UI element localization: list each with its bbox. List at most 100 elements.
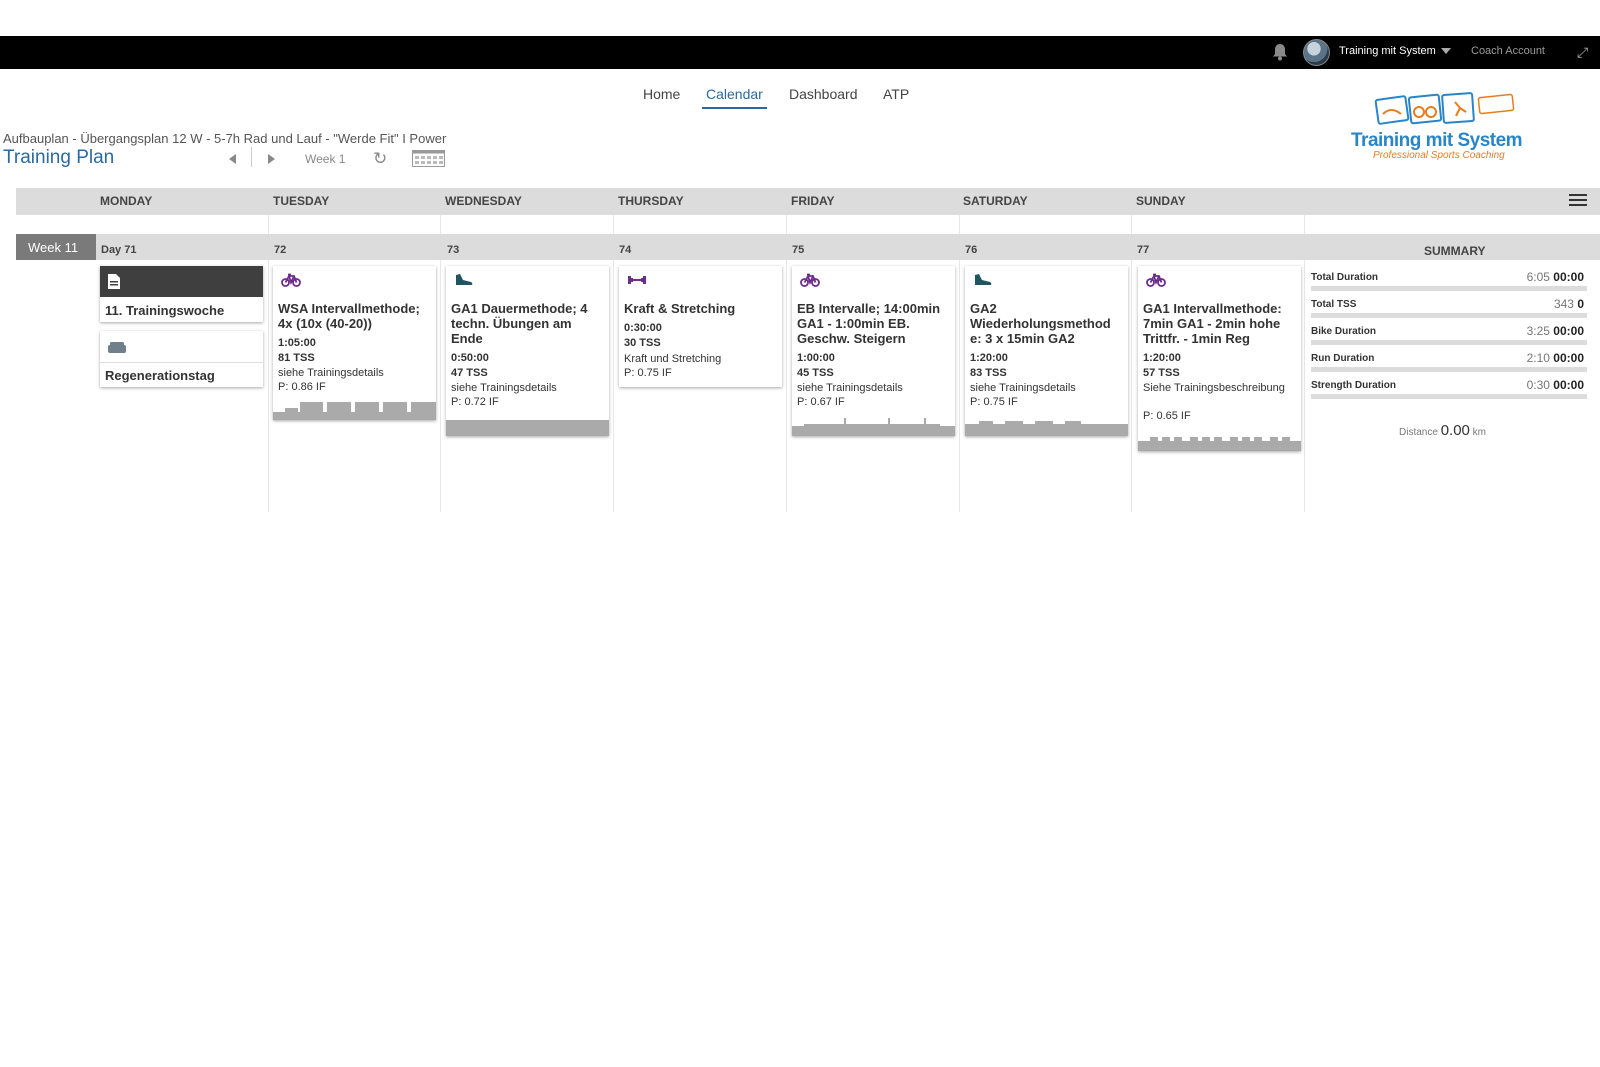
summary-progress-bar: [1311, 340, 1587, 345]
workout-card[interactable]: EB Intervalle; 14:00min GA1 - 1:00min EB…: [792, 266, 955, 436]
workout-card[interactable]: WSA Intervallmethode; 4x (10x (40-20)) 1…: [273, 266, 436, 420]
summary-planned: 343: [1553, 297, 1574, 311]
workout-intensity: P: 0.86 IF: [278, 381, 326, 393]
day-number-strip: [96, 234, 1600, 260]
summary-done: 00:00: [1553, 324, 1584, 338]
summary-row: Bike Duration 3:25 00:00: [1311, 322, 1587, 349]
next-week-icon[interactable]: [268, 154, 275, 164]
dumbbell-icon: [628, 276, 646, 284]
chevron-down-icon[interactable]: [1441, 48, 1451, 54]
summary-label: Bike Duration: [1311, 326, 1377, 337]
coach-account-link[interactable]: Coach Account: [1471, 45, 1545, 57]
running-shoe-icon: [456, 274, 473, 285]
workout-tss: 30 TSS: [624, 337, 661, 349]
distance-value: 0.00: [1440, 422, 1470, 439]
day-header-wednesday: WEDNESDAY: [445, 194, 522, 208]
workout-tss: 57 TSS: [1143, 367, 1180, 379]
nav-home[interactable]: Home: [643, 86, 680, 106]
workout-profile-chart: [446, 420, 609, 436]
summary-label: Total Duration: [1311, 272, 1379, 283]
summary-done: 0: [1577, 297, 1584, 311]
summary-row: Total Duration 6:05 00:00: [1311, 268, 1587, 295]
workout-duration: 1:00:00: [797, 352, 835, 364]
day-header-friday: FRIDAY: [791, 194, 835, 208]
workout-description: siehe Trainingsdetails: [797, 382, 903, 394]
day-header-monday: MONDAY: [100, 194, 153, 208]
distance-unit: km: [1472, 427, 1487, 438]
workout-card[interactable]: GA1 Dauermethode; 4 techn. Übungen am En…: [446, 266, 609, 436]
week-label: Week 11: [16, 234, 96, 260]
refresh-icon[interactable]: ↻: [373, 149, 387, 169]
logo-sports-icon: [1374, 92, 1515, 125]
workout-description: Siehe Trainingsbeschreibung: [1143, 382, 1285, 394]
bike-icon: [1146, 273, 1166, 287]
day-number: 77: [1137, 244, 1150, 256]
workout-profile-chart: [965, 421, 1128, 436]
workout-card[interactable]: GA2 Wiederholungsmethod e: 3 x 15min GA2…: [965, 266, 1128, 436]
workout-tss: 45 TSS: [797, 367, 834, 379]
page-title: Training Plan: [3, 147, 115, 168]
summary-planned: 2:10: [1526, 351, 1550, 365]
calendar-icon[interactable]: [412, 148, 445, 167]
summary-planned: 6:05: [1526, 270, 1550, 284]
summary-row: Total TSS 343 0: [1311, 295, 1587, 322]
workout-card[interactable]: GA1 Intervallmethode: 7min GA1 - 2min ho…: [1138, 266, 1301, 451]
summary-value: 2:10 00:00: [1527, 351, 1584, 365]
summary-progress-bar: [1311, 313, 1587, 318]
note-card[interactable]: Regenerationstag: [100, 331, 263, 387]
workout-title: Kraft & Stretching: [624, 301, 736, 316]
workout-tss: 83 TSS: [970, 367, 1007, 379]
summary-planned: 0:30: [1526, 378, 1550, 392]
summary-row: Run Duration 2:10 00:00: [1311, 349, 1587, 376]
nav-atp[interactable]: ATP: [883, 86, 909, 106]
workout-profile-chart: [1138, 437, 1301, 451]
summary-done: 00:00: [1553, 270, 1584, 284]
divider: [100, 362, 263, 363]
workout-profile-chart: [273, 402, 436, 420]
expand-icon[interactable]: ⤢: [1577, 44, 1588, 61]
workout-duration: 0:30:00: [624, 322, 662, 334]
day-number: 76: [965, 244, 978, 256]
workout-description: Kraft und Stretching: [624, 353, 722, 365]
nav-calendar[interactable]: Calendar: [702, 86, 767, 109]
day-number: 73: [447, 244, 460, 256]
day-header-sunday: SUNDAY: [1136, 194, 1186, 208]
menu-icon[interactable]: [1569, 194, 1587, 208]
distance-label: Distance: [1399, 427, 1438, 438]
day-header-thursday: THURSDAY: [618, 194, 684, 208]
avatar[interactable]: [1303, 39, 1330, 66]
summary-row: Strength Duration 0:30 00:00: [1311, 376, 1587, 403]
summary-label: Total TSS: [1311, 299, 1357, 310]
logo: Training mit System Professional Sports …: [1303, 92, 1553, 164]
note-card[interactable]: 11. Trainingswoche: [100, 266, 263, 322]
workout-title: WSA Intervallmethode; 4x (10x (40-20)): [278, 301, 420, 331]
document-icon: [108, 274, 120, 289]
day-number: 75: [792, 244, 805, 256]
logo-text: Training mit System: [1351, 130, 1523, 151]
logo-subtitle: Professional Sports Coaching: [1373, 150, 1505, 161]
workout-tss: 81 TSS: [278, 352, 315, 364]
day-header-saturday: SATURDAY: [963, 194, 1028, 208]
note-title: Regenerationstag: [105, 368, 215, 383]
workout-description: siehe Trainingsdetails: [451, 382, 557, 394]
summary-done: 00:00: [1553, 351, 1584, 365]
day-number: 72: [274, 244, 287, 256]
workout-intensity: P: 0.67 IF: [797, 396, 845, 408]
workout-title: GA2 Wiederholungsmethod e: 3 x 15min GA2: [970, 301, 1111, 346]
day-header-tuesday: TUESDAY: [273, 194, 330, 208]
distance-summary: Distance 0.00 km: [1399, 422, 1486, 439]
bell-icon[interactable]: [1272, 43, 1288, 61]
summary-label: Strength Duration: [1311, 380, 1396, 391]
summary-progress-bar: [1311, 286, 1587, 291]
summary-label: Run Duration: [1311, 353, 1375, 364]
summary-progress-bar: [1311, 367, 1587, 372]
plan-subtitle: Aufbauplan - Übergangsplan 12 W - 5-7h R…: [3, 131, 447, 146]
divider: [251, 147, 252, 167]
workout-card[interactable]: Kraft & Stretching 0:30:00 30 TSS Kraft …: [619, 266, 782, 387]
workout-duration: 1:20:00: [1143, 352, 1181, 364]
nav-dashboard[interactable]: Dashboard: [789, 86, 858, 106]
workout-intensity: P: 0.75 IF: [970, 396, 1018, 408]
summary-value: 0:30 00:00: [1527, 378, 1584, 392]
user-name[interactable]: Training mit System: [1339, 45, 1436, 57]
previous-week-icon[interactable]: [229, 154, 236, 164]
